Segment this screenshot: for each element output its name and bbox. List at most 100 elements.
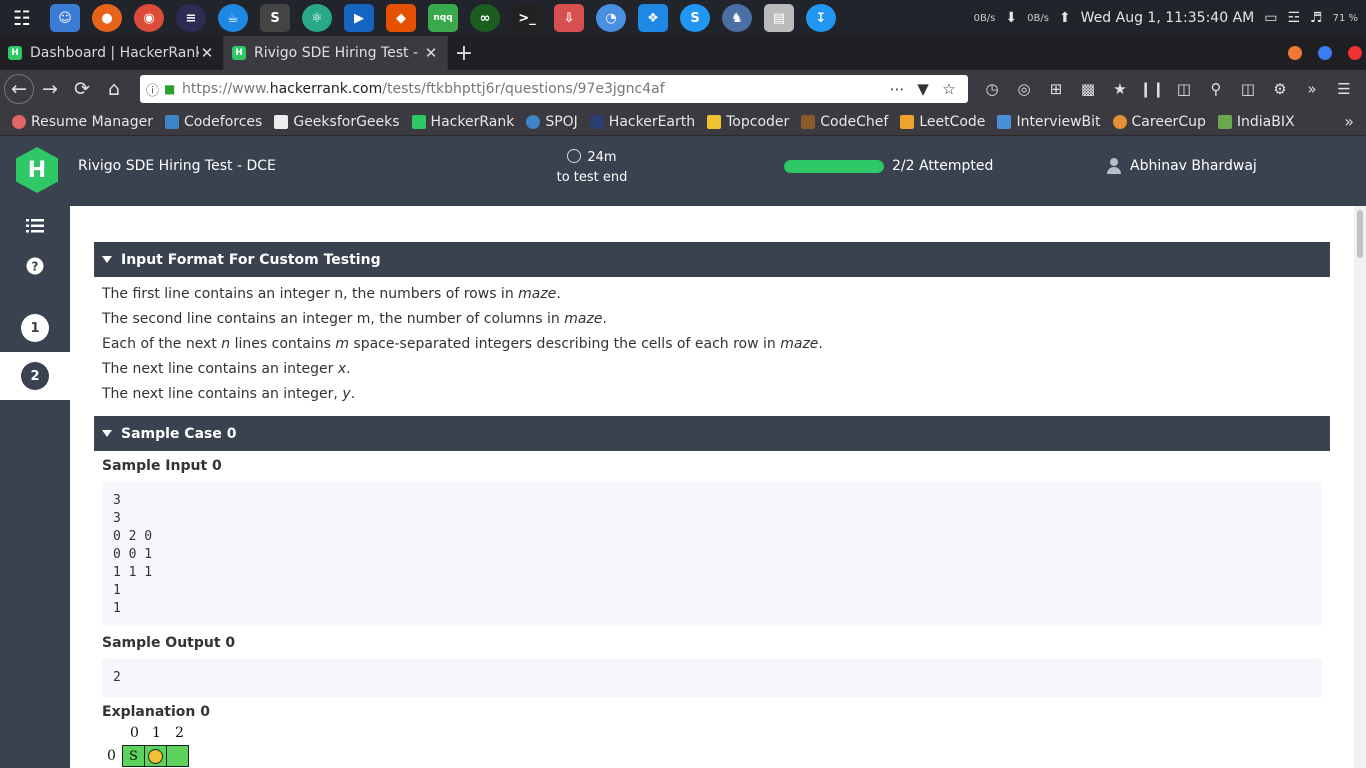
input-line-1: The first line contains an integer n, th… xyxy=(102,286,561,302)
git-icon[interactable]: ◆ xyxy=(386,4,416,32)
pocket-icon[interactable]: ▼ xyxy=(910,80,936,98)
downloader-icon[interactable]: ↧ xyxy=(806,4,836,32)
bookmark-favicon-icon xyxy=(997,114,1012,129)
vscode-icon[interactable]: ▶ xyxy=(344,4,374,32)
history-icon[interactable]: ◷ xyxy=(976,80,1008,98)
address-bar[interactable]: ⓘ ■ https://www.hackerrank.com/tests/ftk… xyxy=(140,75,968,103)
bookmark-topcoder[interactable]: Topcoder xyxy=(707,114,789,130)
close-tab-icon[interactable]: ✕ xyxy=(199,44,215,62)
maze-empty-cell xyxy=(166,745,189,767)
folder-icon[interactable]: ◫ xyxy=(1168,80,1200,98)
wifi-icon[interactable]: ☲ xyxy=(1287,10,1300,26)
bookmark-codechef[interactable]: CodeChef xyxy=(801,114,888,130)
question-2-button[interactable]: 2 xyxy=(21,362,49,390)
car-icon[interactable]: ▩ xyxy=(1072,80,1104,98)
net-down: 0B/s xyxy=(973,12,996,24)
bookmark-favicon-icon xyxy=(164,114,179,129)
firefox-icon[interactable]: ● xyxy=(92,4,122,32)
question-1-button[interactable]: 1 xyxy=(21,314,49,342)
back-arrow-icon[interactable]: ← xyxy=(4,74,34,104)
bookmarks-overflow-icon[interactable]: » xyxy=(1344,112,1354,131)
collapse-triangle-icon xyxy=(102,430,112,437)
net-up: 0B/s xyxy=(1027,12,1049,24)
window-controls xyxy=(1288,36,1366,70)
page-scrollbar[interactable] xyxy=(1354,206,1366,768)
sublime-icon[interactable]: S xyxy=(260,4,290,32)
nqq-icon[interactable]: nqq xyxy=(428,4,458,32)
library-icon[interactable]: ❙❙ xyxy=(1136,80,1168,98)
new-tab-button[interactable]: + xyxy=(448,36,480,70)
bookmark-spoj[interactable]: SPOJ xyxy=(526,114,578,130)
chrome-icon[interactable]: ◉ xyxy=(134,4,164,32)
bookmark-codeforces[interactable]: Codeforces xyxy=(164,114,262,130)
app-grid-icon[interactable]: ☷ xyxy=(0,0,44,36)
minimize-icon[interactable] xyxy=(1288,46,1302,60)
bookmark-resume-manager[interactable]: Resume Manager xyxy=(12,114,153,130)
spiral-icon[interactable]: ∞ xyxy=(470,4,500,32)
info-icon[interactable]: ⓘ xyxy=(146,80,164,99)
maximize-icon[interactable] xyxy=(1318,46,1332,60)
bookmark-hackerrank[interactable]: HackerRank xyxy=(411,114,514,130)
sample-output-label: Sample Output 0 xyxy=(102,635,236,651)
tab-test[interactable]: H Rivigo SDE Hiring Test - DCE ✕ xyxy=(224,36,448,70)
scrollbar-thumb[interactable] xyxy=(1357,210,1363,258)
overflow-chevron-icon[interactable]: » xyxy=(1296,80,1328,98)
dropbox-icon[interactable]: ❖ xyxy=(638,4,668,32)
close-window-icon[interactable] xyxy=(1348,46,1362,60)
gear-icon[interactable]: ⚙ xyxy=(1264,80,1296,98)
eclipse-icon[interactable]: ≡ xyxy=(176,4,206,32)
system-tray: 0B/s ⬇ 0B/s ⬆ Wed Aug 1, 11:35:40 AM ▭ ☲… xyxy=(974,0,1358,36)
user-menu[interactable]: Abhinav Bhardwaj xyxy=(1106,158,1257,174)
bookmark-favicon-icon xyxy=(801,114,816,129)
terminal-icon[interactable]: >_ xyxy=(512,4,542,32)
star-list-icon[interactable]: ★ xyxy=(1104,80,1136,98)
bookmark-favicon-icon xyxy=(411,114,426,129)
file-manager-icon[interactable]: ☺ xyxy=(50,4,80,32)
bookmark-careercup[interactable]: CareerCup xyxy=(1112,114,1206,130)
tab-dashboard[interactable]: H Dashboard | HackerRank ✕ xyxy=(0,36,224,70)
sample-output-block: 2 xyxy=(102,659,1322,697)
reader-icon[interactable]: ▤ xyxy=(764,4,794,32)
tab-title: Dashboard | HackerRank xyxy=(30,45,199,61)
search-icon[interactable]: ⚲ xyxy=(1200,80,1232,98)
clock-text[interactable]: Wed Aug 1, 11:35:40 AM xyxy=(1081,10,1255,26)
help-icon[interactable]: ? xyxy=(25,256,45,276)
url-text[interactable]: https://www.hackerrank.com/tests/ftkbhpt… xyxy=(182,81,884,97)
coffee-icon[interactable]: ☕ xyxy=(218,4,248,32)
tab-add-icon[interactable]: ⊞ xyxy=(1040,80,1072,98)
bookmarks-bar: Resume Manager Codeforces GeeksforGeeks … xyxy=(0,108,1366,136)
horse-icon[interactable]: ♞ xyxy=(722,4,752,32)
os-taskbar: ☷ ☺ ● ◉ ≡ ☕ S ⚛ ▶ ◆ nqq ∞ >_ ⇩ ◔ ❖ S ♞ ▤… xyxy=(0,0,1366,36)
mask-icon[interactable]: ◎ xyxy=(1008,80,1040,98)
sidebar-icon[interactable]: ◫ xyxy=(1232,80,1264,98)
volume-icon[interactable]: ♬ xyxy=(1310,10,1323,26)
input-format-section-header[interactable]: Input Format For Custom Testing xyxy=(94,242,1330,277)
more-actions-icon[interactable]: ⋯ xyxy=(884,80,910,98)
screen-icon[interactable]: ▭ xyxy=(1264,10,1277,26)
atom-icon[interactable]: ⚛ xyxy=(302,4,332,32)
close-tab-icon[interactable]: ✕ xyxy=(423,44,439,62)
bookmark-interviewbit[interactable]: InterviewBit xyxy=(997,114,1101,130)
bookmark-indiabix[interactable]: IndiaBIX xyxy=(1217,114,1295,130)
battery-text[interactable]: 71 % xyxy=(1333,13,1358,24)
hackerrank-favicon-icon: H xyxy=(232,46,246,60)
clock-app-icon[interactable]: ◔ xyxy=(596,4,626,32)
skype-icon[interactable]: S xyxy=(680,4,710,32)
sample-case-section-header[interactable]: Sample Case 0 xyxy=(94,416,1330,451)
hamburger-menu-icon[interactable]: ☰ xyxy=(1328,80,1360,98)
home-icon[interactable]: ⌂ xyxy=(98,73,130,105)
collapse-triangle-icon xyxy=(102,256,112,263)
bookmark-favicon-icon xyxy=(900,114,915,129)
hackerrank-logo-icon[interactable]: H xyxy=(16,147,58,193)
question-rail: ? 1 2 xyxy=(0,206,70,768)
bookmark-geeksforgeeks[interactable]: GeeksforGeeks xyxy=(274,114,400,130)
reload-icon[interactable]: ⟳ xyxy=(66,73,98,105)
bookmark-star-icon[interactable]: ☆ xyxy=(936,80,962,98)
bookmark-hackerearth[interactable]: HackerEarth xyxy=(589,114,695,130)
gold-coin-icon xyxy=(148,748,163,764)
lock-icon[interactable]: ■ xyxy=(164,82,182,96)
list-icon[interactable] xyxy=(25,216,45,236)
download-manager-icon[interactable]: ⇩ xyxy=(554,4,584,32)
forward-arrow-icon[interactable]: → xyxy=(34,73,66,105)
bookmark-leetcode[interactable]: LeetCode xyxy=(900,114,985,130)
